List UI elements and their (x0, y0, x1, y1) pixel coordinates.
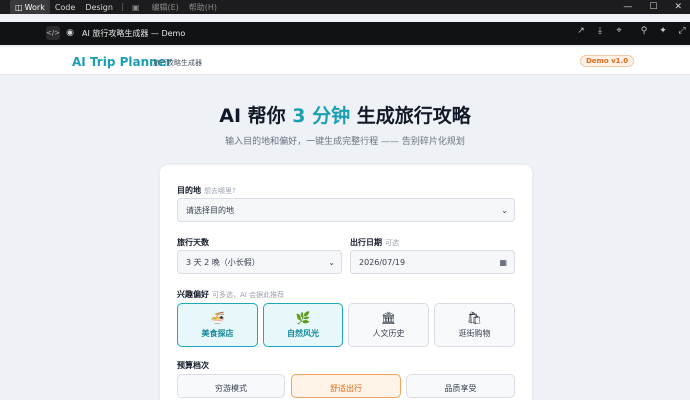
hero-title-highlight: 3 分钟 (292, 105, 351, 127)
preview-title: AI 旅行攻略生成器 — Demo (82, 29, 186, 38)
brand-subtitle: 旅行攻略生成器 (153, 59, 202, 67)
days-label-text: 旅行天数 (177, 238, 209, 247)
days-select[interactable]: 3 天 2 晚（小长假） ⌄ (177, 250, 342, 274)
interest-option-label: 美食探店 (201, 329, 234, 338)
date-value: 2026/07/19 (359, 257, 406, 267)
destination-label-text: 目的地 (177, 186, 201, 195)
leaf-icon: 🌿 (295, 311, 311, 325)
app-header: AI Trip Planner 旅行攻略生成器 Demo v1.0 (0, 47, 690, 75)
menu-help[interactable]: 帮助(H) (184, 0, 222, 14)
interests-label: 兴趣偏好 可多选，AI 会据此推荐 (177, 289, 284, 300)
minimize-icon[interactable]: — (623, 2, 632, 12)
panel-icon: ◫ (15, 2, 23, 12)
interest-option-nature[interactable]: 🌿 自然风光 (263, 303, 343, 347)
hero-title-suffix: 生成旅行攻略 (350, 105, 471, 127)
interests-label-text: 兴趣偏好 (177, 290, 209, 299)
fullscreen-icon[interactable]: ⤢ (678, 26, 686, 36)
budget-option-backpacker[interactable]: 穷游模式 (177, 374, 285, 398)
chevron-down-icon: ⌄ (501, 205, 508, 215)
date-input[interactable]: 2026/07/19 ▦ (350, 250, 515, 274)
chevron-down-icon: ⌄ (328, 257, 335, 267)
budget-option-label: 舒适出行 (330, 384, 362, 393)
menu-help-label: 帮助(H) (188, 2, 218, 12)
menu-edit-label: 编辑(E) (151, 2, 179, 12)
sparkle-icon[interactable]: ✦ (659, 26, 667, 36)
hero-title-prefix: AI 帮你 (219, 105, 293, 127)
menu-edit[interactable]: 编辑(E) (147, 0, 184, 14)
destination-hint: 想去哪里? (204, 187, 236, 195)
maximize-icon[interactable]: ☐ (649, 2, 657, 12)
calendar-icon[interactable]: ▦ (499, 258, 507, 267)
interest-option-label: 人文历史 (372, 329, 405, 338)
shopping-bag-icon: 🛍 (466, 311, 483, 325)
destination-placeholder: 请选择目的地 (186, 205, 234, 215)
interest-option-label: 逛街购物 (458, 329, 491, 338)
temple-icon: 🏛 (380, 311, 397, 325)
code-view-icon[interactable]: </> (46, 26, 60, 40)
hero-subtitle: 输入目的地和偏好，一键生成完整行程 —— 告别碎片化规划 (225, 137, 465, 147)
layout-toggle-button[interactable]: ▣ (127, 0, 147, 14)
menu-bar: ◫ Work Code Design ▣ 编辑(E) 帮助(H) — ☐ ✕ (0, 0, 690, 14)
budget-option-label: 穷游模式 (215, 384, 247, 393)
open-external-icon[interactable]: ↗ (577, 26, 585, 36)
toolbar-actions: ↗ ⤓ ⌖ ⚲ ✦ ⤢ (577, 26, 686, 36)
destination-label: 目的地 想去哪里? (177, 185, 236, 196)
interests-hint: 可多选，AI 会据此推荐 (212, 291, 285, 299)
days-label: 旅行天数 (177, 237, 209, 248)
menu-design-tab[interactable]: Design (80, 0, 118, 14)
budget-label: 预算档次 (177, 360, 209, 371)
cursor-icon[interactable]: ⌖ (615, 26, 623, 36)
interest-option-food[interactable]: 🍜 美食探店 (177, 303, 258, 347)
date-label: 出行日期 可选 (350, 237, 399, 248)
noodle-bowl-icon: 🍜 (210, 311, 225, 325)
budget-label-text: 预算档次 (177, 361, 209, 370)
preview-toolbar: </> ◉ AI 旅行攻略生成器 — Demo ↗ ⤓ ⌖ ⚲ ✦ ⤢ (0, 22, 690, 45)
menu-design-label: Design (85, 2, 113, 12)
menu-work-label: Work (24, 2, 45, 12)
download-icon[interactable]: ⤓ (596, 26, 604, 36)
date-label-text: 出行日期 (350, 238, 382, 247)
budget-option-label: 品质享受 (444, 384, 477, 393)
interest-option-label: 自然风光 (287, 329, 319, 338)
interest-option-shopping[interactable]: 🛍 逛街购物 (434, 303, 515, 347)
pin-icon[interactable]: ⚲ (640, 26, 648, 36)
budget-option-premium[interactable]: 品质享受 (406, 374, 515, 398)
budget-option-comfort[interactable]: 舒适出行 (291, 374, 401, 398)
interest-option-history[interactable]: 🏛 人文历史 (348, 303, 429, 347)
days-value: 3 天 2 晚（小长假） (186, 257, 260, 267)
close-icon[interactable]: ✕ (674, 2, 682, 12)
menu-code-tab[interactable]: Code (50, 0, 80, 14)
menu-work-tab[interactable]: ◫ Work (10, 0, 50, 14)
destination-select[interactable]: 请选择目的地 ⌄ (177, 198, 515, 222)
menu-code-label: Code (54, 2, 76, 12)
hero-title: AI 帮你 3 分钟 生成旅行攻略 (0, 101, 690, 128)
version-badge: Demo v1.0 (580, 55, 635, 67)
trip-form-card: 目的地 想去哪里? 请选择目的地 ⌄ 旅行天数 3 天 2 晚（小长假） ⌄ 出行… (160, 165, 532, 400)
layout-icon: ▣ (131, 2, 140, 12)
menu-divider (121, 3, 123, 11)
preview-eye-icon[interactable]: ◉ (63, 26, 77, 40)
window-controls: — ☐ ✕ (623, 0, 682, 14)
date-hint: 可选 (385, 239, 399, 247)
